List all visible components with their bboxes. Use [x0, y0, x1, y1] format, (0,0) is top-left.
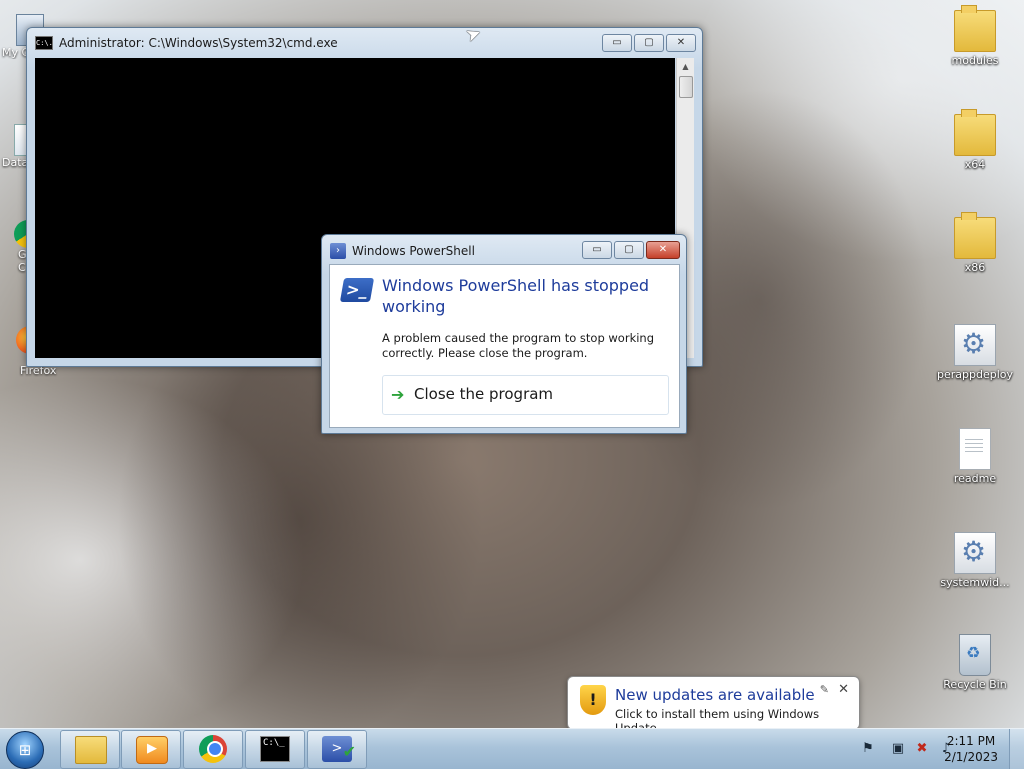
scroll-thumb[interactable] [679, 76, 693, 98]
desktop-icon-systemwide[interactable]: systemwid... [933, 532, 1017, 589]
cmd-icon: C:\_ [260, 736, 290, 762]
dialog-heading: Windows PowerShell has stopped working [382, 276, 650, 316]
desktop-icon-modules[interactable]: modules [933, 5, 1017, 67]
clock-date: 2/1/2023 [944, 750, 998, 764]
config-file-icon [954, 532, 996, 574]
minimize-button[interactable]: ▭ [602, 34, 632, 52]
close-button[interactable]: ✕ [666, 34, 696, 52]
close-button[interactable]: ✕ [646, 241, 680, 259]
taskbar-windows-explorer[interactable] [60, 730, 120, 769]
desktop-icon-label: perappdeploy [936, 368, 1013, 381]
desktop-icon-label: systemwid... [940, 576, 1010, 589]
scroll-up-icon[interactable]: ▲ [677, 58, 694, 75]
cmd-caption-buttons: ▭ ▢ ✕ [602, 34, 696, 52]
desktop-icon-recycle-bin[interactable]: Recycle Bin [933, 634, 1017, 691]
folder-icon [75, 736, 107, 764]
show-desktop-button[interactable] [1009, 729, 1024, 769]
maximize-button[interactable]: ▢ [634, 34, 664, 52]
notification-title[interactable]: New updates are available [615, 686, 815, 704]
config-file-icon [954, 324, 996, 366]
close-icon[interactable]: ✕ [838, 682, 849, 697]
taskbar-powershell[interactable]: > [307, 730, 367, 769]
options-icon[interactable]: ✎ [820, 683, 829, 696]
folder-icon [954, 5, 996, 52]
text-file-icon [959, 428, 991, 470]
desktop-icon-x86[interactable]: x86 [933, 212, 1017, 274]
taskbar-media-player[interactable]: ▶ [121, 730, 181, 769]
action-label: Close the program [414, 385, 554, 403]
clock[interactable]: 2:11 PM 2/1/2023 [944, 733, 998, 765]
dialog-title-bar[interactable]: › Windows PowerShell [330, 243, 475, 259]
start-button[interactable]: ⊞ [6, 731, 44, 769]
desktop-icon-x64[interactable]: x64 [933, 109, 1017, 171]
update-notification-balloon[interactable]: ! New updates are available Click to ins… [567, 676, 860, 740]
powershell-error-dialog[interactable]: › Windows PowerShell ▭ ▢ ✕ >_ Windows Po… [321, 234, 687, 434]
taskbar: ⊞ ▶ C:\_ > ⚑ ▣ ✖ ♪ 2:11 PM 2/1/2023 [0, 728, 1024, 769]
cmd-title-bar[interactable]: C:\. Administrator: C:\Windows\System32\… [35, 36, 338, 50]
chrome-icon [199, 735, 227, 763]
dialog-body: >_ Windows PowerShell has stopped workin… [329, 264, 680, 428]
desktop-icon-label: x86 [964, 261, 986, 274]
desktop-icon-perappdeploy[interactable]: perappdeploy [933, 324, 1017, 381]
media-player-icon: ▶ [136, 736, 168, 764]
minimize-button[interactable]: ▭ [582, 241, 612, 259]
desktop-icon-label: modules [951, 54, 999, 67]
network-icon[interactable]: ▣ [890, 741, 906, 757]
powershell-icon: › [330, 243, 346, 259]
desktop-icon-label: Recycle Bin [943, 678, 1007, 691]
folder-icon [954, 109, 996, 156]
system-tray: ⚑ ▣ ✖ ♪ 2:11 PM 2/1/2023 [824, 729, 1024, 769]
taskbar-chrome[interactable] [183, 730, 243, 769]
taskbar-command-prompt[interactable]: C:\_ [245, 730, 305, 769]
dialog-message: A problem caused the program to stop wor… [382, 331, 655, 360]
desktop-icon-label: readme [953, 472, 997, 485]
shield-warning-icon: ! [580, 685, 606, 715]
desktop-icon-label: x64 [964, 158, 986, 171]
green-arrow-icon: ➔ [391, 385, 405, 404]
cmd-window-title: Administrator: C:\Windows\System32\cmd.e… [59, 36, 338, 50]
maximize-button[interactable]: ▢ [614, 241, 644, 259]
action-center-icon[interactable]: ⚑ [860, 741, 876, 757]
power-icon[interactable]: ✖ [914, 741, 930, 757]
desktop-icon-readme[interactable]: readme [933, 428, 1017, 485]
clock-time: 2:11 PM [946, 734, 996, 748]
dialog-title: Windows PowerShell [352, 244, 475, 258]
dialog-caption-buttons: ▭ ▢ ✕ [582, 241, 680, 259]
close-the-program-button[interactable]: ➔ Close the program [382, 375, 669, 415]
cmd-icon: C:\. [35, 36, 53, 50]
folder-icon [954, 212, 996, 259]
powershell-icon: > [322, 736, 356, 765]
recycle-bin-icon [959, 634, 991, 676]
powershell-logo-icon: >_ [339, 278, 375, 302]
